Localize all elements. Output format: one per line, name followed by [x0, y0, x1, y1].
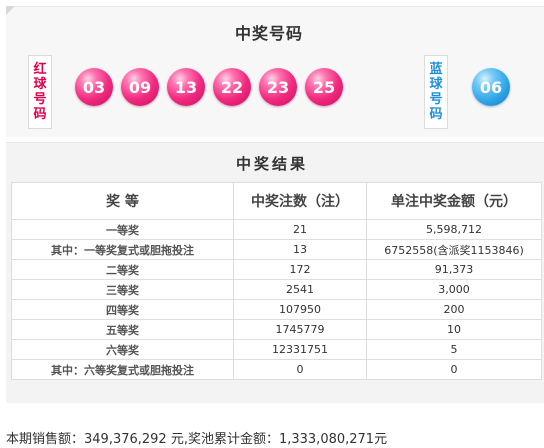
red-ball: 25 [305, 68, 343, 106]
table-header-row: 奖 等 中奖注数（注） 单注中奖金额（元） [11, 182, 542, 220]
red-label-char: 红 [33, 62, 47, 77]
blue-ball: 06 [472, 68, 510, 106]
blue-label-char: 球 [429, 77, 443, 92]
red-label-char: 球 [33, 77, 47, 92]
results-title: 中奖结果 [235, 155, 308, 173]
winning-numbers-title: 中奖号码 [234, 24, 303, 43]
winner-count: 1745779 [233, 319, 367, 340]
table-row: 一等奖 21 5,598,712 [11, 219, 542, 240]
table-row: 五等奖 1745779 10 [11, 319, 542, 340]
red-ball: 22 [213, 68, 251, 106]
table-row: 六等奖 12331751 5 [11, 339, 542, 360]
prize-level: 二等奖 [11, 259, 234, 280]
prize-level: 六等奖 [11, 339, 234, 360]
winner-count: 13 [233, 239, 367, 260]
table-row: 三等奖 2541 3,000 [11, 279, 542, 300]
winner-count: 0 [233, 359, 367, 380]
winner-count: 12331751 [233, 339, 367, 360]
prize-level: 三等奖 [11, 279, 234, 300]
blue-ball-label: 蓝 球 号 码 [424, 55, 448, 129]
prize-level: 四等奖 [11, 299, 234, 320]
winner-count: 2541 [233, 279, 367, 300]
sales-summary: 本期销售额：349,376,292 元,奖池累计金额：1,333,080,271… [6, 432, 388, 447]
red-ball-label: 红 球 号 码 [28, 55, 52, 129]
table-row: 四等奖 107950 200 [11, 299, 542, 320]
red-label-char: 号 [33, 92, 47, 107]
red-ball: 23 [259, 68, 297, 106]
column-header-amount: 单注中奖金额（元） [366, 182, 542, 220]
prize-level: 一等奖 [11, 219, 234, 240]
prize-amount: 10 [366, 319, 542, 340]
blue-label-char: 号 [429, 92, 443, 107]
prize-level: 其中：一等奖复式或胆拖投注 [11, 239, 234, 260]
prize-amount: 6752558(含派奖1153846) [366, 239, 542, 260]
prize-level: 其中：六等奖复式或胆拖投注 [11, 359, 234, 380]
blue-label-char: 码 [429, 107, 443, 122]
table-row: 其中：一等奖复式或胆拖投注 13 6752558(含派奖1153846) [11, 239, 542, 260]
table-row: 其中：六等奖复式或胆拖投注 0 0 [11, 359, 542, 380]
column-header-level: 奖 等 [11, 182, 234, 220]
prize-amount: 200 [366, 299, 542, 320]
corner-decoration [6, 6, 15, 15]
prize-amount: 91,373 [366, 259, 542, 280]
red-ball: 03 [75, 68, 113, 106]
prize-amount: 5,598,712 [366, 219, 542, 240]
table-row: 二等奖 172 91,373 [11, 259, 542, 280]
column-header-count: 中奖注数（注） [233, 182, 367, 220]
prize-amount: 5 [366, 339, 542, 360]
red-ball: 09 [121, 68, 159, 106]
blue-label-char: 蓝 [429, 62, 443, 77]
prize-level: 五等奖 [11, 319, 234, 340]
prize-amount: 3,000 [366, 279, 542, 300]
winner-count: 21 [233, 219, 367, 240]
red-label-char: 码 [33, 107, 47, 122]
prize-table: 奖 等 中奖注数（注） 单注中奖金额（元） 一等奖 21 5,598,712 其… [11, 182, 542, 380]
red-ball: 13 [167, 68, 205, 106]
winner-count: 172 [233, 259, 367, 280]
winner-count: 107950 [233, 299, 367, 320]
prize-amount: 0 [366, 359, 542, 380]
